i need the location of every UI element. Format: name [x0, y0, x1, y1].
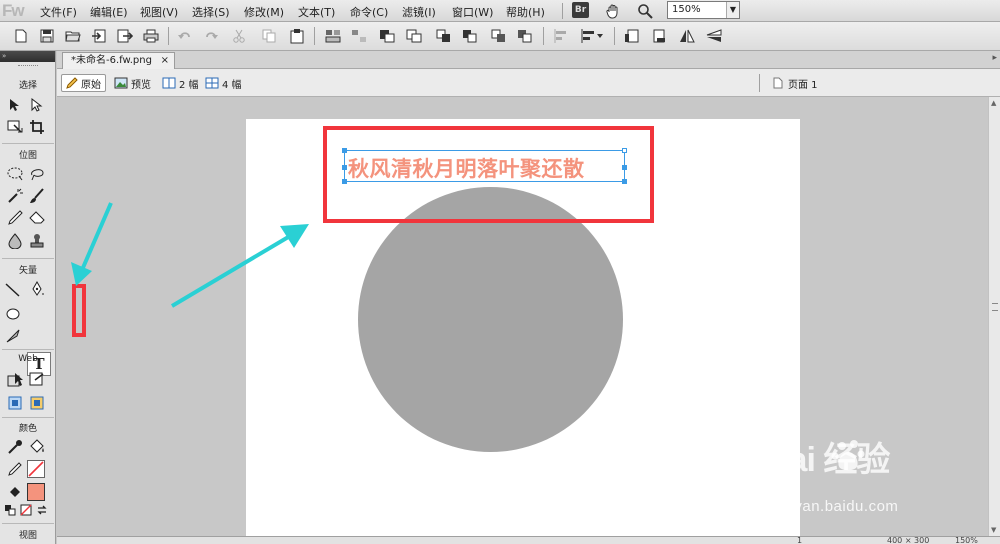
annotation-arrow-to-tool	[71, 202, 113, 286]
paw-icon	[831, 440, 865, 471]
annotation-arrow-to-canvas	[170, 224, 309, 308]
watermark-logo: Bai 经验	[765, 441, 890, 479]
baidu-jingyan-watermark: Bai 经验 jingyan.baidu.com	[765, 432, 965, 542]
watermark-url: jingyan.baidu.com	[769, 498, 899, 515]
